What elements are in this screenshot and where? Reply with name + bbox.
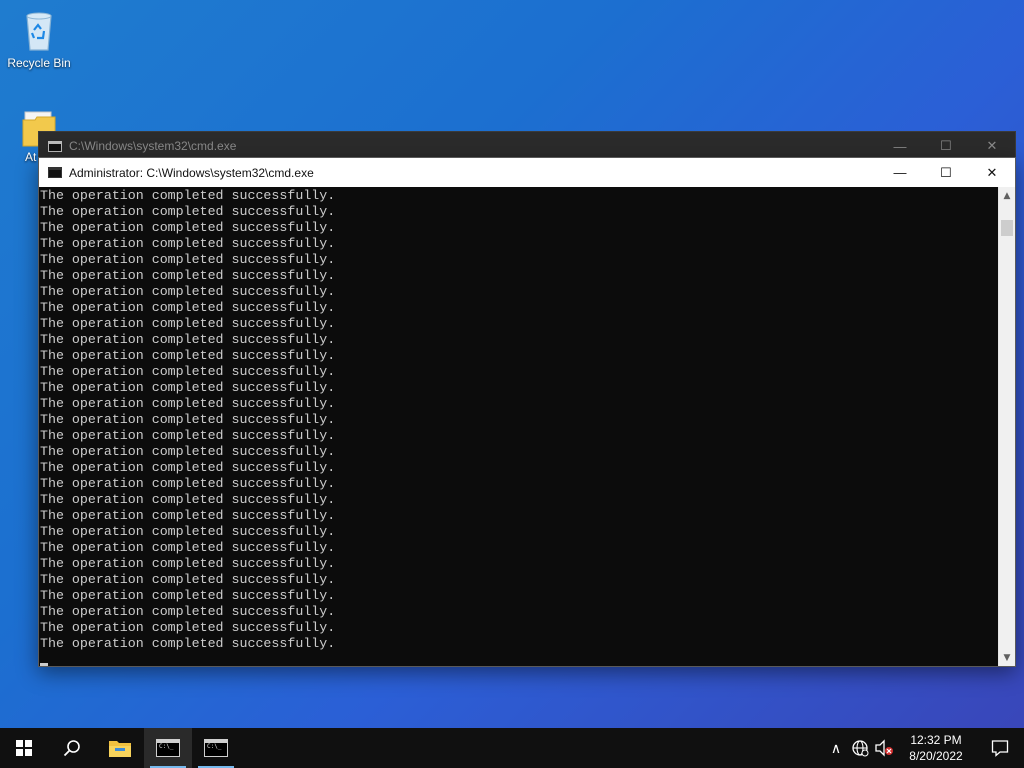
console-line: The operation completed successfully. (40, 316, 336, 331)
console-line: The operation completed successfully. (40, 364, 336, 379)
console-line: The operation completed successfully. (40, 428, 336, 443)
action-center-icon (991, 740, 1009, 757)
recycle-bin-icon (19, 8, 59, 52)
console-line: The operation completed successfully. (40, 204, 336, 219)
minimize-button[interactable]: — (877, 132, 923, 160)
admin-window-title: Administrator: C:\Windows\system32\cmd.e… (69, 165, 314, 180)
console-line: The operation completed successfully. (40, 620, 336, 635)
maximize-button[interactable]: ☐ (923, 132, 969, 160)
close-button[interactable]: ✕ (969, 132, 1015, 160)
console-line: The operation completed successfully. (40, 604, 336, 619)
console-line: The operation completed successfully. (40, 188, 336, 203)
recycle-bin-shortcut[interactable]: Recycle Bin (1, 8, 77, 70)
console-line: The operation completed successfully. (40, 396, 336, 411)
scroll-up-arrow-icon[interactable]: ▲ (999, 187, 1015, 204)
volume-muted-icon[interactable] (872, 728, 896, 768)
console-line: The operation completed successfully. (40, 572, 336, 587)
minimize-button[interactable]: — (877, 159, 923, 187)
clock-date: 8/20/2022 (909, 749, 963, 763)
cmd-taskbar-button-2[interactable] (192, 728, 240, 768)
admin-window-titlebar[interactable]: Administrator: C:\Windows\system32\cmd.e… (39, 158, 1015, 187)
scroll-down-arrow-icon[interactable]: ▼ (999, 649, 1015, 666)
cmd-icon (48, 167, 62, 178)
file-explorer-icon (109, 741, 131, 757)
console-line: The operation completed successfully. (40, 236, 336, 251)
console-line: The operation completed successfully. (40, 412, 336, 427)
file-explorer-button[interactable] (96, 728, 144, 768)
cmd-icon (48, 140, 62, 152)
console-line: The operation completed successfully. (40, 252, 336, 267)
cmd-icon (156, 739, 180, 757)
cmd-taskbar-button-1[interactable] (144, 728, 192, 768)
console-line: The operation completed successfully. (40, 268, 336, 283)
console-line: The operation completed successfully. (40, 492, 336, 507)
console-output[interactable]: The operation completed successfully. The… (39, 187, 999, 666)
desktop: Recycle Bin At C:\Windows\system32\cmd.e… (0, 0, 1024, 768)
network-icon[interactable] (848, 728, 872, 768)
text-cursor (40, 663, 48, 666)
admin-cmd-window[interactable]: Administrator: C:\Windows\system32\cmd.e… (38, 157, 1016, 667)
cmd-icon (204, 739, 228, 757)
console-line: The operation completed successfully. (40, 444, 336, 459)
console-line: The operation completed successfully. (40, 460, 336, 475)
console-line: The operation completed successfully. (40, 380, 336, 395)
console-line: The operation completed successfully. (40, 540, 336, 555)
console-line: The operation completed successfully. (40, 348, 336, 363)
start-button[interactable] (0, 728, 48, 768)
close-button[interactable]: ✕ (969, 159, 1015, 187)
console-line: The operation completed successfully. (40, 476, 336, 491)
maximize-button[interactable]: ☐ (923, 159, 969, 187)
vertical-scrollbar[interactable]: ▲ ▼ (998, 187, 1015, 666)
search-icon (63, 740, 80, 757)
show-hidden-icons-chevron-icon[interactable]: ∧ (824, 728, 848, 768)
console-line: The operation completed successfully. (40, 508, 336, 523)
action-center-button[interactable] (976, 728, 1024, 768)
console-line: The operation completed successfully. (40, 556, 336, 571)
background-window-titlebar[interactable]: C:\Windows\system32\cmd.exe — ☐ ✕ (39, 132, 1015, 160)
console-line: The operation completed successfully. (40, 284, 336, 299)
console-line: The operation completed successfully. (40, 220, 336, 235)
console-line: The operation completed successfully. (40, 332, 336, 347)
console-line: The operation completed successfully. (40, 524, 336, 539)
search-button[interactable] (48, 728, 96, 768)
console-line: The operation completed successfully. (40, 636, 336, 651)
taskbar: ∧ 12:32 PM 8/20/2022 (0, 728, 1024, 768)
system-tray: ∧ 12:32 PM 8/20/2022 (824, 728, 1024, 768)
clock-time: 12:32 PM (910, 733, 962, 747)
background-window-title: C:\Windows\system32\cmd.exe (69, 139, 237, 153)
scroll-thumb[interactable] (1001, 220, 1013, 236)
console-line: The operation completed successfully. (40, 300, 336, 315)
clock[interactable]: 12:32 PM 8/20/2022 (896, 732, 976, 764)
console-line: The operation completed successfully. (40, 588, 336, 603)
recycle-bin-label: Recycle Bin (7, 56, 71, 70)
windows-start-icon (16, 740, 32, 756)
